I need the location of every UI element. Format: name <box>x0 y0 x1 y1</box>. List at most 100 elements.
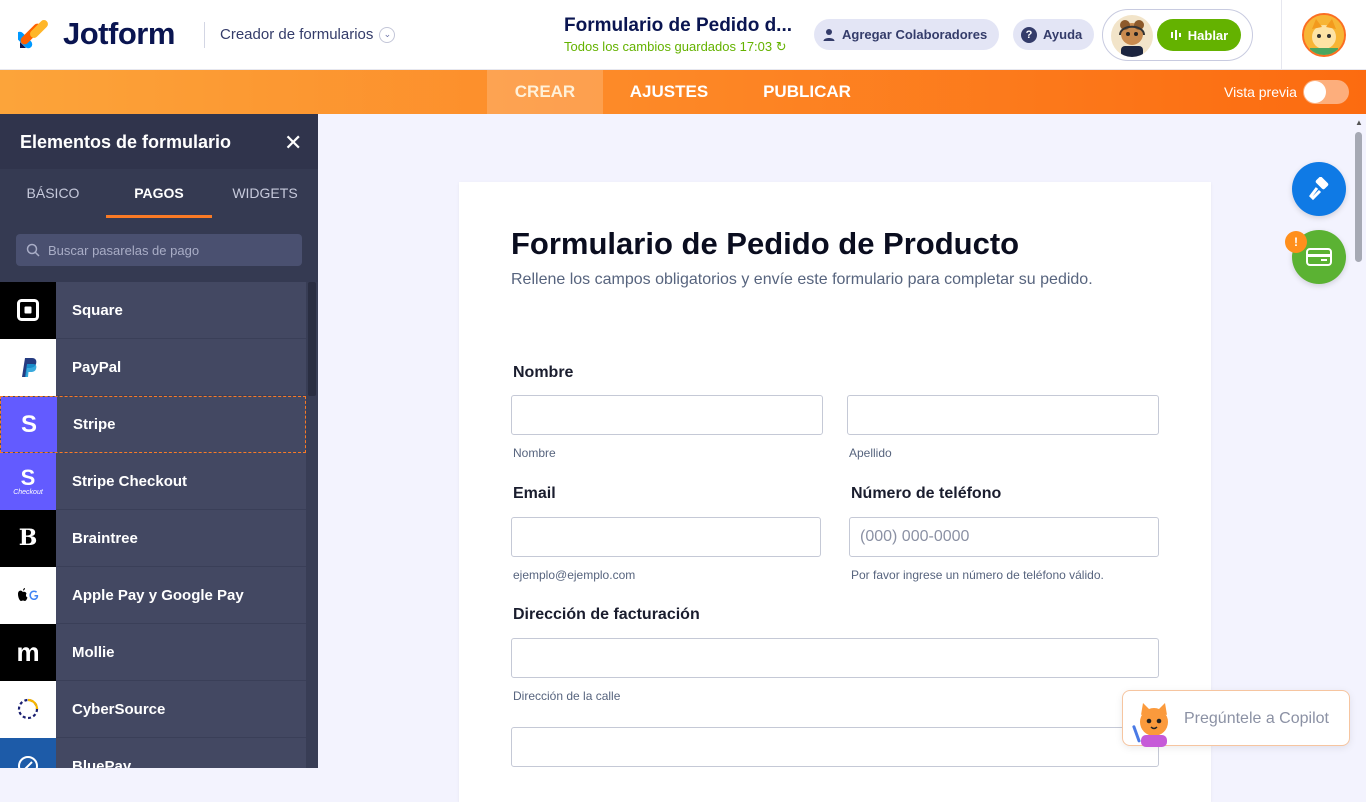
logo-text: Jotform <box>63 16 175 51</box>
cybersource-logo-icon <box>0 680 56 738</box>
tab-basico[interactable]: BÁSICO <box>0 169 106 218</box>
help-button[interactable]: ? Ayuda <box>1013 19 1095 50</box>
help-icon: ? <box>1021 26 1037 43</box>
bluepay-logo-icon <box>0 737 56 768</box>
chevron-down-icon: ⌄ <box>379 26 396 43</box>
refresh-icon: ↻ <box>775 39 787 54</box>
list-item-label: CyberSource <box>72 700 166 718</box>
add-collaborators-label: Agregar Colaboradores <box>842 27 988 42</box>
panel-tabs: BÁSICO PAGOS WIDGETS <box>0 169 318 218</box>
panel-scrollbar-thumb[interactable] <box>308 282 316 396</box>
billing-address-label: Dirección de facturación <box>513 606 700 623</box>
talk-button[interactable]: Habla​r <box>1157 19 1241 51</box>
tab-crear[interactable]: CREAR <box>487 70 603 114</box>
builder-nav-bar: CREAR AJUSTES PUBLICAR Vista previa <box>0 70 1366 114</box>
mollie-logo-icon: m <box>0 623 56 681</box>
payment-list: Square PayPal S Stripe S Checkout Stripe… <box>0 281 318 769</box>
form-subtitle[interactable]: Rellene los campos obligatorios y envíe … <box>511 271 1093 289</box>
list-item-square[interactable]: Square <box>0 281 306 339</box>
square-logo-icon <box>0 281 56 339</box>
email-label: Email <box>513 485 556 502</box>
phone-hint: Por favor ingrese un número de teléfono … <box>851 568 1104 582</box>
page-scrollbar[interactable]: ▲ <box>1352 114 1366 768</box>
stripe-checkout-logo-icon: S Checkout <box>0 452 56 510</box>
list-item-label: Braintree <box>72 529 138 547</box>
list-item-braintree[interactable]: B Braintree <box>0 509 306 567</box>
help-label: Ayuda <box>1043 27 1083 42</box>
paint-roller-icon <box>1307 177 1331 201</box>
street-address-input[interactable] <box>511 638 1159 678</box>
list-item-label: Stripe <box>73 416 116 433</box>
phone-input[interactable] <box>849 517 1159 557</box>
form-title-header[interactable]: Formulario de Pedido d... <box>564 15 792 37</box>
form-card: Formulario de Pedido de Producto Rellene… <box>459 182 1211 802</box>
tab-pagos[interactable]: PAGOS <box>106 169 212 218</box>
email-input[interactable] <box>511 517 821 557</box>
copilot-avatar-icon <box>1129 695 1183 749</box>
list-item-bluepay[interactable]: BluePay <box>0 737 306 769</box>
talk-label: Habla​r <box>1187 27 1229 43</box>
preview-label: Vista previa <box>1224 84 1297 100</box>
ai-agent-widget[interactable]: Habla​r <box>1102 9 1253 61</box>
saved-status: Todos los cambios guardados 17:03 ↻ <box>564 39 787 55</box>
jotform-logo[interactable]: Jotform <box>15 16 175 52</box>
close-icon[interactable]: ✕ <box>284 130 302 156</box>
search-icon <box>26 243 40 257</box>
paypal-logo-icon <box>0 338 56 396</box>
tab-publicar[interactable]: PUBLICAR <box>752 70 862 114</box>
phone-label: Número de teléfono <box>851 485 1002 502</box>
preview-toggle[interactable] <box>1303 80 1349 104</box>
add-collaborators-button[interactable]: Agregar Colaboradores <box>814 19 1000 50</box>
panel-title: Elementos de formulario <box>20 132 232 152</box>
builder-label: Creador de formularios <box>220 26 374 43</box>
audio-wave-icon <box>1170 29 1182 41</box>
first-name-input[interactable] <box>511 395 823 435</box>
agent-avatar <box>1111 15 1153 57</box>
first-name-hint: Nombre <box>513 446 556 460</box>
list-item-label: Square <box>72 301 123 319</box>
tab-widgets[interactable]: WIDGETS <box>212 169 318 218</box>
list-item-paypal[interactable]: PayPal <box>0 338 306 396</box>
list-item-label: PayPal <box>72 358 122 376</box>
list-item-stripe[interactable]: S Stripe <box>0 396 306 453</box>
payment-search <box>16 234 302 266</box>
list-item-apple-google-pay[interactable]: Apple Pay y Google Pay <box>0 566 306 624</box>
last-name-input[interactable] <box>847 395 1159 435</box>
top-bar: Jotform Creador de formularios ⌄ Formula… <box>0 0 1366 70</box>
search-input[interactable] <box>48 242 288 258</box>
braintree-logo-icon: B <box>0 509 56 567</box>
panel-scrollbar[interactable] <box>306 282 318 768</box>
street-address-line2-input[interactable] <box>511 727 1159 767</box>
search-wrapper <box>0 218 318 282</box>
list-item-label: Stripe Checkout <box>72 472 188 490</box>
stripe-logo-icon: S <box>1 397 57 452</box>
scroll-up-icon[interactable]: ▲ <box>1355 118 1363 127</box>
panel-header: Elementos de formulario ✕ <box>0 114 318 169</box>
page-scrollbar-thumb[interactable] <box>1355 132 1362 262</box>
header-divider-right <box>1281 0 1282 70</box>
list-item-mollie[interactable]: m Mollie <box>0 623 306 681</box>
copilot-label: Pregúntele a Copilot <box>1184 710 1329 727</box>
warning-badge: ! <box>1285 231 1307 253</box>
list-item-cybersource[interactable]: CyberSource <box>0 680 306 738</box>
email-hint: ejemplo@ejemplo.com <box>513 568 636 582</box>
credit-card-icon <box>1306 247 1332 267</box>
copilot-button[interactable]: Pregúntele a Copilot <box>1122 690 1350 749</box>
saved-status-text: Todos los cambios guardados 17:03 <box>564 39 773 54</box>
toggle-knob <box>1304 81 1326 103</box>
list-item-label: Mollie <box>72 643 115 661</box>
user-avatar[interactable] <box>1302 13 1346 57</box>
header-divider <box>204 22 205 48</box>
jotform-logo-icon <box>15 18 50 50</box>
apple-google-pay-logo-icon <box>0 566 56 624</box>
builder-dropdown[interactable]: Creador de formularios ⌄ <box>220 26 396 43</box>
list-item-label: Apple Pay y Google Pay <box>72 586 244 604</box>
list-item-label: BluePay <box>72 757 132 769</box>
name-label: Nombre <box>513 364 574 381</box>
form-title[interactable]: Formulario de Pedido de Producto <box>511 226 1019 262</box>
tab-ajustes[interactable]: AJUSTES <box>616 70 722 114</box>
form-designer-button[interactable] <box>1292 162 1346 216</box>
list-item-stripe-checkout[interactable]: S Checkout Stripe Checkout <box>0 452 306 510</box>
form-canvas: Formulario de Pedido de Producto Rellene… <box>318 114 1366 802</box>
user-icon <box>822 28 836 42</box>
